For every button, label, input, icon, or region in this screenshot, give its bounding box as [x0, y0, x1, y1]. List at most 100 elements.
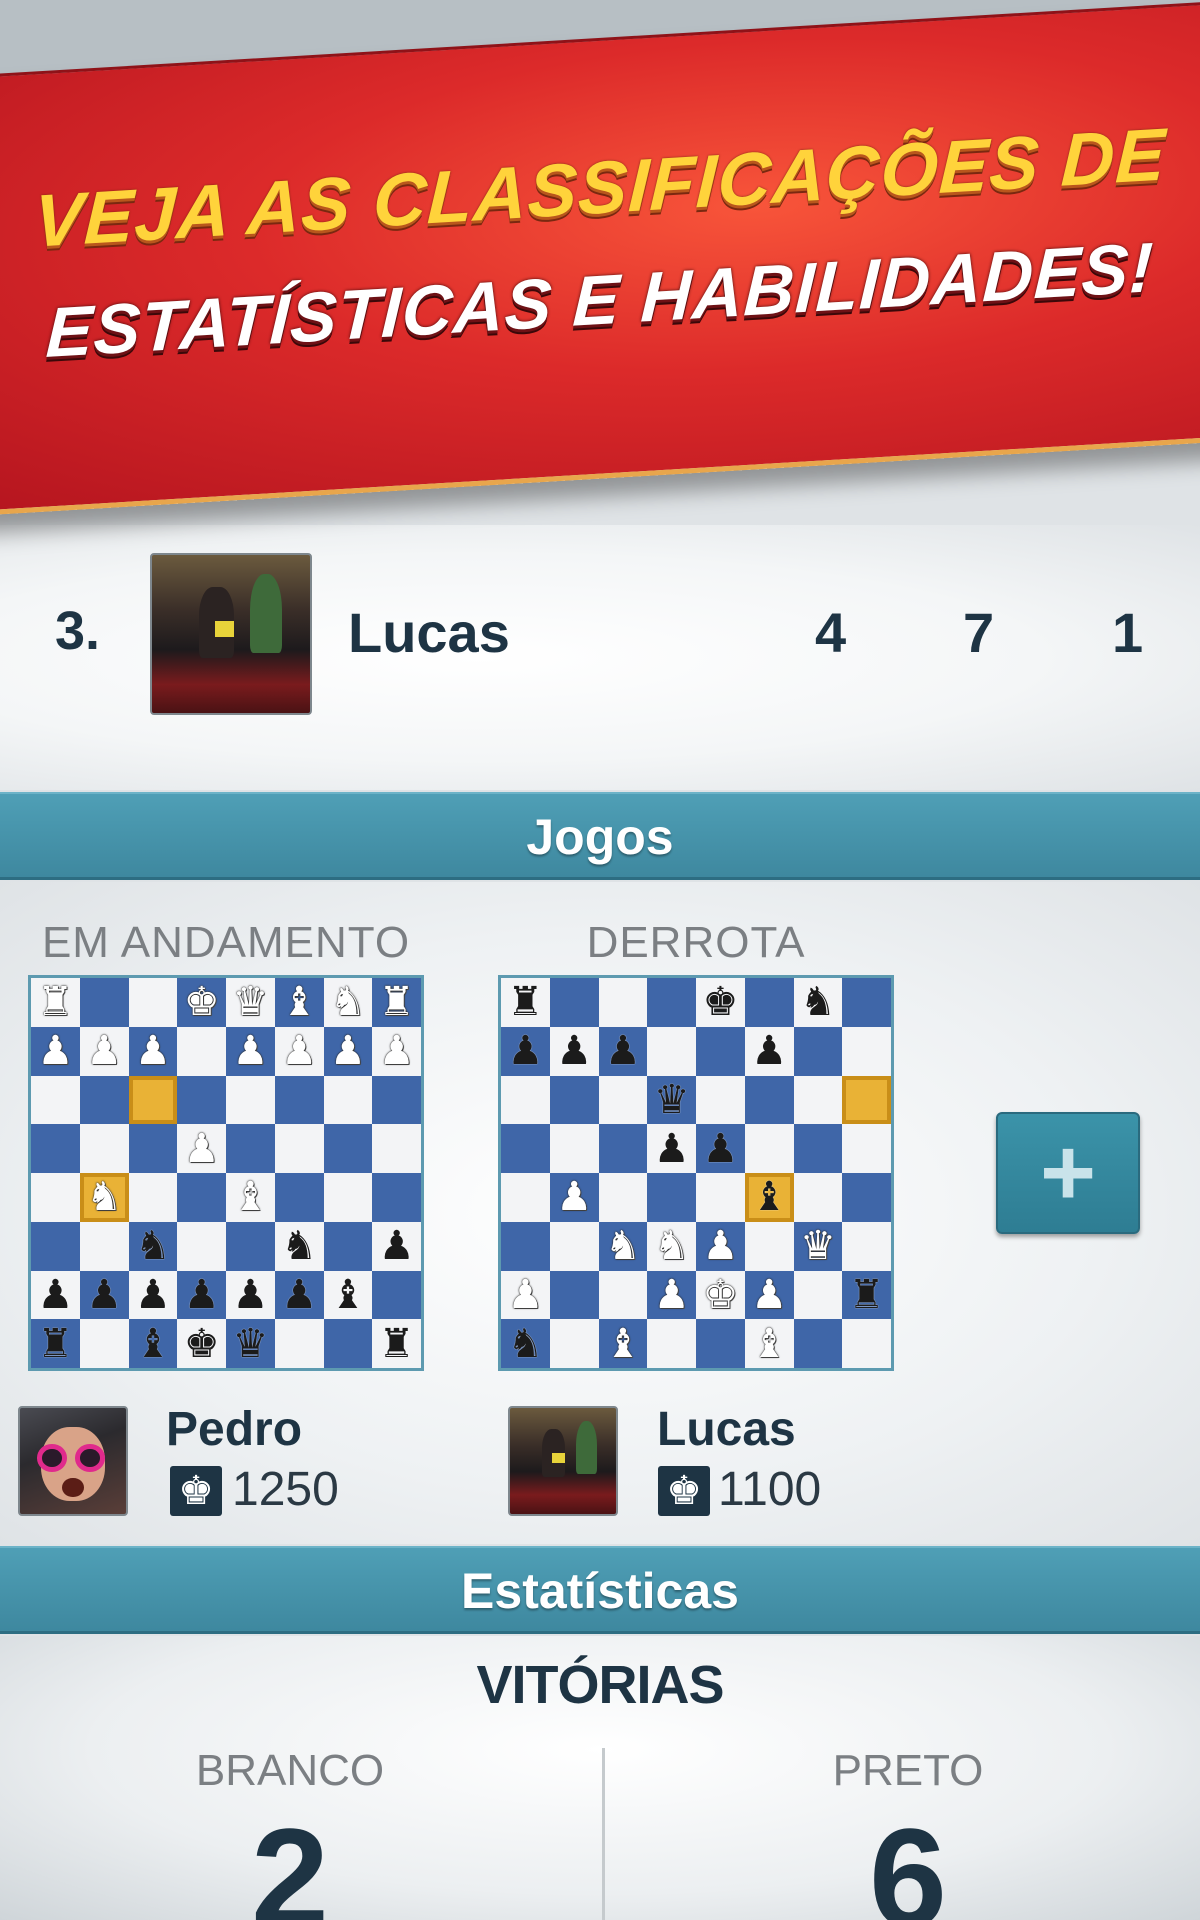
board-square[interactable]: ♝	[598, 1319, 648, 1368]
board-square[interactable]: ♝	[128, 1319, 178, 1368]
avatar[interactable]	[508, 1406, 618, 1516]
board-square[interactable]: ♟	[744, 1026, 794, 1076]
board-square[interactable]	[647, 1319, 696, 1368]
board-square[interactable]	[226, 1075, 275, 1125]
avatar[interactable]	[150, 553, 312, 715]
board-square[interactable]: ♞	[647, 1221, 696, 1271]
board-square[interactable]	[744, 978, 794, 1027]
board-square[interactable]	[31, 1221, 80, 1271]
board-square[interactable]	[226, 1124, 275, 1173]
avatar[interactable]	[18, 1406, 128, 1516]
board-square[interactable]: ♜	[372, 1319, 421, 1368]
board-square[interactable]: ♟	[177, 1124, 226, 1173]
board-square[interactable]	[549, 1221, 599, 1271]
board-square[interactable]	[501, 1075, 550, 1125]
board-square[interactable]: ♛	[647, 1075, 696, 1125]
board-square[interactable]	[79, 978, 129, 1027]
game-1-board[interactable]: ♜ ♚ ♛ ♝ ♞ ♜ ♟ ♟ ♟ ♟ ♟ ♟ ♟ ♟ ♞ ♝ ♞ ♞ ♟ ♟ ♟ ♟ ♟ ♟ ♟ ♝ ♜ ♝ ♚ ♛ ♜	[28, 975, 424, 1371]
board-square[interactable]	[598, 1173, 648, 1222]
board-square[interactable]	[79, 1124, 129, 1173]
board-square[interactable]: ♟	[696, 1221, 745, 1271]
board-square[interactable]	[598, 1124, 648, 1173]
board-square[interactable]	[744, 1124, 794, 1173]
board-square[interactable]	[31, 1173, 80, 1222]
board-square[interactable]	[501, 1173, 550, 1222]
board-square[interactable]: ♝	[744, 1319, 794, 1368]
board-square[interactable]: ♝	[226, 1173, 275, 1222]
board-square[interactable]: ♞	[598, 1221, 648, 1271]
board-square[interactable]: ♟	[598, 1026, 648, 1076]
board-square[interactable]: ♛	[793, 1221, 843, 1271]
board-square[interactable]	[79, 1319, 129, 1368]
board-square[interactable]	[598, 1270, 648, 1320]
board-square[interactable]	[744, 1221, 794, 1271]
board-square[interactable]	[842, 978, 891, 1027]
board-square[interactable]	[177, 1026, 226, 1076]
board-square[interactable]: ♟	[128, 1026, 178, 1076]
board-square[interactable]	[274, 1173, 324, 1222]
board-square[interactable]: ♜	[372, 978, 421, 1027]
board-square[interactable]: ♝	[274, 978, 324, 1027]
board-square[interactable]	[793, 1124, 843, 1173]
board-square[interactable]	[31, 1124, 80, 1173]
board-square[interactable]	[549, 1319, 599, 1368]
board-square[interactable]	[177, 1173, 226, 1222]
board-square[interactable]: ♟	[274, 1270, 324, 1320]
board-square[interactable]: ♟	[372, 1026, 421, 1076]
board-square[interactable]: ♟	[274, 1026, 324, 1076]
board-square[interactable]	[79, 1221, 129, 1271]
board-square[interactable]	[598, 978, 648, 1027]
board-square[interactable]: ♟	[128, 1270, 178, 1320]
board-square[interactable]	[696, 1319, 745, 1368]
board-square[interactable]: ♞	[793, 978, 843, 1027]
board-square[interactable]	[842, 1319, 891, 1368]
board-square[interactable]	[323, 1075, 373, 1125]
board-square[interactable]	[842, 1221, 891, 1271]
board-square[interactable]: ♟	[744, 1270, 794, 1320]
board-square[interactable]	[323, 1124, 373, 1173]
game-2-board[interactable]: ♜ ♚ ♞ ♟ ♟ ♟ ♟ ♛ ♟ ♟ ♟ ♝ ♞ ♞ ♟ ♛ ♟ ♟ ♚ ♟ ♜ ♞ ♝ ♝	[498, 975, 894, 1371]
board-square[interactable]: ♟	[549, 1026, 599, 1076]
board-square[interactable]	[501, 1221, 550, 1271]
board-square[interactable]: ♝	[323, 1270, 373, 1320]
board-square[interactable]	[372, 1075, 421, 1125]
board-square[interactable]	[842, 1173, 891, 1222]
board-square[interactable]	[842, 1075, 891, 1125]
board-square[interactable]: ♚	[177, 1319, 226, 1368]
board-square[interactable]: ♚	[177, 978, 226, 1027]
board-square[interactable]	[372, 1270, 421, 1320]
board-square[interactable]	[793, 1173, 843, 1222]
board-square[interactable]: ♜	[501, 978, 550, 1027]
board-square[interactable]	[177, 1221, 226, 1271]
board-square[interactable]: ♟	[323, 1026, 373, 1076]
board-square[interactable]	[696, 1026, 745, 1076]
board-square[interactable]	[696, 1173, 745, 1222]
board-square[interactable]	[549, 978, 599, 1027]
board-square[interactable]: ♞	[79, 1173, 129, 1222]
board-square[interactable]	[793, 1270, 843, 1320]
board-square[interactable]	[274, 1075, 324, 1125]
board-square[interactable]	[323, 1319, 373, 1368]
new-game-button[interactable]: +	[996, 1112, 1140, 1234]
board-square[interactable]: ♛	[226, 978, 275, 1027]
board-square[interactable]: ♟	[31, 1270, 80, 1320]
board-square[interactable]: ♜	[842, 1270, 891, 1320]
board-square[interactable]: ♟	[79, 1026, 129, 1076]
board-square[interactable]: ♚	[696, 1270, 745, 1320]
board-square[interactable]	[274, 1124, 324, 1173]
board-square[interactable]	[323, 1221, 373, 1271]
board-square[interactable]	[842, 1124, 891, 1173]
board-square[interactable]	[31, 1075, 80, 1125]
board-square[interactable]: ♜	[31, 978, 80, 1027]
board-square[interactable]: ♚	[696, 978, 745, 1027]
board-square[interactable]	[274, 1319, 324, 1368]
board-square[interactable]: ♟	[177, 1270, 226, 1320]
board-square[interactable]: ♟	[696, 1124, 745, 1173]
board-square[interactable]	[744, 1075, 794, 1125]
board-square[interactable]: ♟	[501, 1270, 550, 1320]
board-square[interactable]: ♟	[79, 1270, 129, 1320]
board-square[interactable]	[128, 1173, 178, 1222]
board-square[interactable]	[501, 1124, 550, 1173]
board-square[interactable]: ♟	[647, 1124, 696, 1173]
board-square[interactable]	[226, 1221, 275, 1271]
